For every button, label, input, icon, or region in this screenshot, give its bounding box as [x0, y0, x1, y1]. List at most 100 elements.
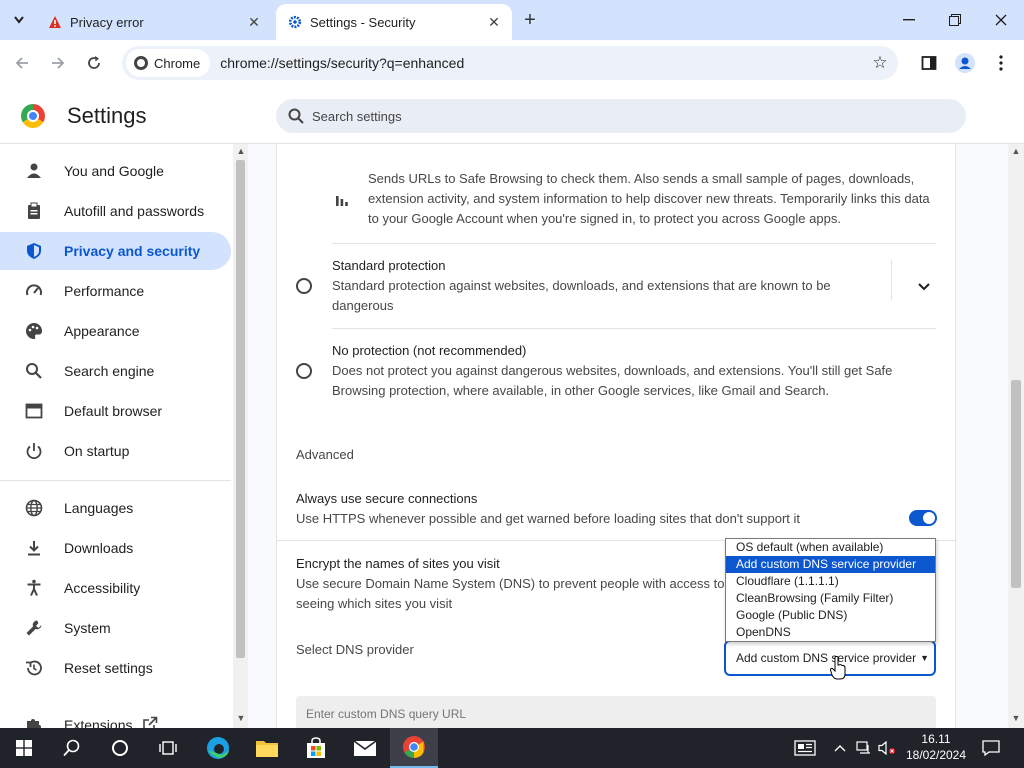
sidebar-item-languages[interactable]: Languages — [0, 489, 231, 527]
dns-option-custom[interactable]: Add custom DNS service provider — [726, 556, 935, 573]
https-title: Always use secure connections — [296, 491, 478, 506]
show-hidden-icons-button[interactable] — [830, 728, 850, 768]
tab-search-button[interactable] — [6, 8, 32, 32]
sidebar-item-system[interactable]: System — [0, 609, 231, 647]
scroll-up-arrow-icon[interactable]: ▲ — [1008, 146, 1024, 156]
sidebar-item-performance[interactable]: Performance — [0, 272, 231, 310]
sidebar-item-extensions[interactable]: Extensions — [0, 706, 231, 728]
profile-button[interactable] — [954, 52, 976, 74]
file-explorer-button[interactable] — [243, 728, 291, 768]
minimize-button[interactable] — [886, 0, 932, 40]
news-widget-button[interactable] — [790, 728, 820, 768]
sidebar-item-label: Appearance — [64, 323, 140, 339]
reload-button[interactable] — [81, 50, 107, 76]
task-view-button[interactable] — [144, 728, 192, 768]
network-button[interactable] — [854, 728, 874, 768]
search-placeholder: Search settings — [312, 108, 402, 124]
sidebar-item-privacy-and-security[interactable]: Privacy and security — [0, 232, 231, 270]
back-button[interactable] — [9, 50, 35, 76]
scroll-down-arrow-icon[interactable]: ▼ — [1008, 713, 1024, 723]
sidebar-item-label: On startup — [64, 443, 130, 459]
speaker-muted-icon — [878, 741, 895, 755]
https-toggle[interactable] — [909, 510, 937, 526]
sidebar-item-search-engine[interactable]: Search engine — [0, 352, 231, 390]
chrome-chip[interactable]: Chrome — [126, 49, 211, 77]
sidebar-item-you-and-google[interactable]: You and Google — [0, 152, 231, 190]
menu-button[interactable] — [990, 52, 1012, 74]
close-tab-icon[interactable]: ✕ — [484, 12, 504, 32]
settings-header: Settings Search settings — [0, 86, 1024, 144]
gear-icon — [288, 15, 302, 29]
restore-button[interactable] — [932, 0, 978, 40]
cortana-button[interactable] — [96, 728, 144, 768]
sidebar-item-label: Reset settings — [64, 660, 153, 676]
standard-protection-radio[interactable] — [296, 278, 312, 294]
close-tab-icon[interactable]: ✕ — [244, 12, 264, 32]
dns-option-opendns[interactable]: OpenDNS — [726, 624, 935, 641]
custom-dns-placeholder: Enter custom DNS query URL — [306, 707, 467, 721]
palette-icon — [24, 321, 44, 341]
chrome-icon — [134, 56, 148, 70]
main-scrollbar-thumb[interactable] — [1011, 380, 1021, 588]
start-button[interactable] — [0, 728, 48, 768]
warning-icon — [48, 15, 62, 29]
network-icon — [856, 741, 870, 754]
taskbar-clock[interactable]: 16.11 18/02/2024 — [900, 731, 972, 763]
power-icon — [24, 441, 44, 461]
puzzle-icon — [24, 715, 44, 728]
sidebar-item-autofill[interactable]: Autofill and passwords — [0, 192, 231, 230]
url-text[interactable]: chrome://settings/security?q=enhanced — [220, 55, 868, 71]
notifications-button[interactable] — [978, 728, 1004, 768]
taskbar-search-button[interactable] — [48, 728, 96, 768]
no-protection-radio[interactable] — [296, 363, 312, 379]
sidebar-item-label: System — [64, 620, 111, 636]
sidebar-item-on-startup[interactable]: On startup — [0, 432, 231, 470]
tab-privacy-error[interactable]: Privacy error ✕ — [38, 4, 272, 40]
bookmark-star-icon[interactable]: ☆ — [868, 51, 892, 75]
chrome-app-button[interactable] — [390, 728, 438, 768]
sidebar-scrollbar-thumb[interactable] — [236, 160, 245, 658]
dns-option-cleanbrowsing[interactable]: CleanBrowsing (Family Filter) — [726, 590, 935, 607]
mail-icon — [353, 740, 377, 756]
side-panel-button[interactable] — [918, 52, 940, 74]
volume-button[interactable] — [876, 728, 898, 768]
custom-dns-url-input[interactable]: Enter custom DNS query URL — [296, 696, 936, 728]
sidebar-item-default-browser[interactable]: Default browser — [0, 392, 231, 430]
expand-chevron-icon[interactable] — [918, 279, 930, 294]
windows-logo-icon — [16, 740, 32, 756]
store-app-button[interactable] — [292, 728, 340, 768]
page-title: Settings — [67, 103, 147, 128]
secure-dns-description-2: seeing which sites you visit — [296, 596, 453, 611]
new-tab-button[interactable]: + — [518, 8, 542, 32]
forward-button[interactable] — [45, 50, 71, 76]
tab-settings-security[interactable]: Settings - Security ✕ — [276, 4, 512, 40]
sidebar-item-downloads[interactable]: Downloads — [0, 529, 231, 567]
dns-option-google[interactable]: Google (Public DNS) — [726, 607, 935, 624]
mail-app-button[interactable] — [341, 728, 389, 768]
speedometer-icon — [24, 281, 44, 301]
scroll-down-arrow-icon[interactable]: ▼ — [233, 713, 249, 723]
restore-icon — [949, 14, 961, 26]
hand-cursor-icon — [830, 656, 846, 680]
scroll-up-arrow-icon[interactable]: ▲ — [233, 146, 249, 156]
title-bar: Privacy error ✕ Settings - Security ✕ + — [0, 0, 1024, 40]
sidebar-item-accessibility[interactable]: Accessibility — [0, 569, 231, 607]
dns-provider-selected: Add custom DNS service provider — [736, 651, 917, 665]
avatar-icon — [955, 53, 975, 73]
sidebar-item-label: Privacy and security — [64, 243, 201, 259]
close-window-button[interactable] — [978, 0, 1024, 40]
address-bar[interactable]: Chrome chrome://settings/security?q=enha… — [122, 46, 898, 80]
reload-icon — [88, 56, 100, 69]
sidebar-item-appearance[interactable]: Appearance — [0, 312, 231, 350]
dns-option-cloudflare[interactable]: Cloudflare (1.1.1.1) — [726, 573, 935, 590]
no-protection-title: No protection (not recommended) — [332, 343, 527, 358]
sidebar-item-reset-settings[interactable]: Reset settings — [0, 649, 231, 687]
windows-taskbar: 16.11 18/02/2024 — [0, 728, 1024, 768]
dns-option-os-default[interactable]: OS default (when available) — [726, 539, 935, 556]
search-icon — [288, 108, 304, 124]
edge-app-button[interactable] — [194, 728, 242, 768]
vertical-separator — [891, 260, 892, 300]
search-settings-input[interactable]: Search settings — [276, 99, 966, 133]
side-panel-icon — [921, 56, 937, 70]
sidebar-item-label: Downloads — [64, 540, 134, 556]
